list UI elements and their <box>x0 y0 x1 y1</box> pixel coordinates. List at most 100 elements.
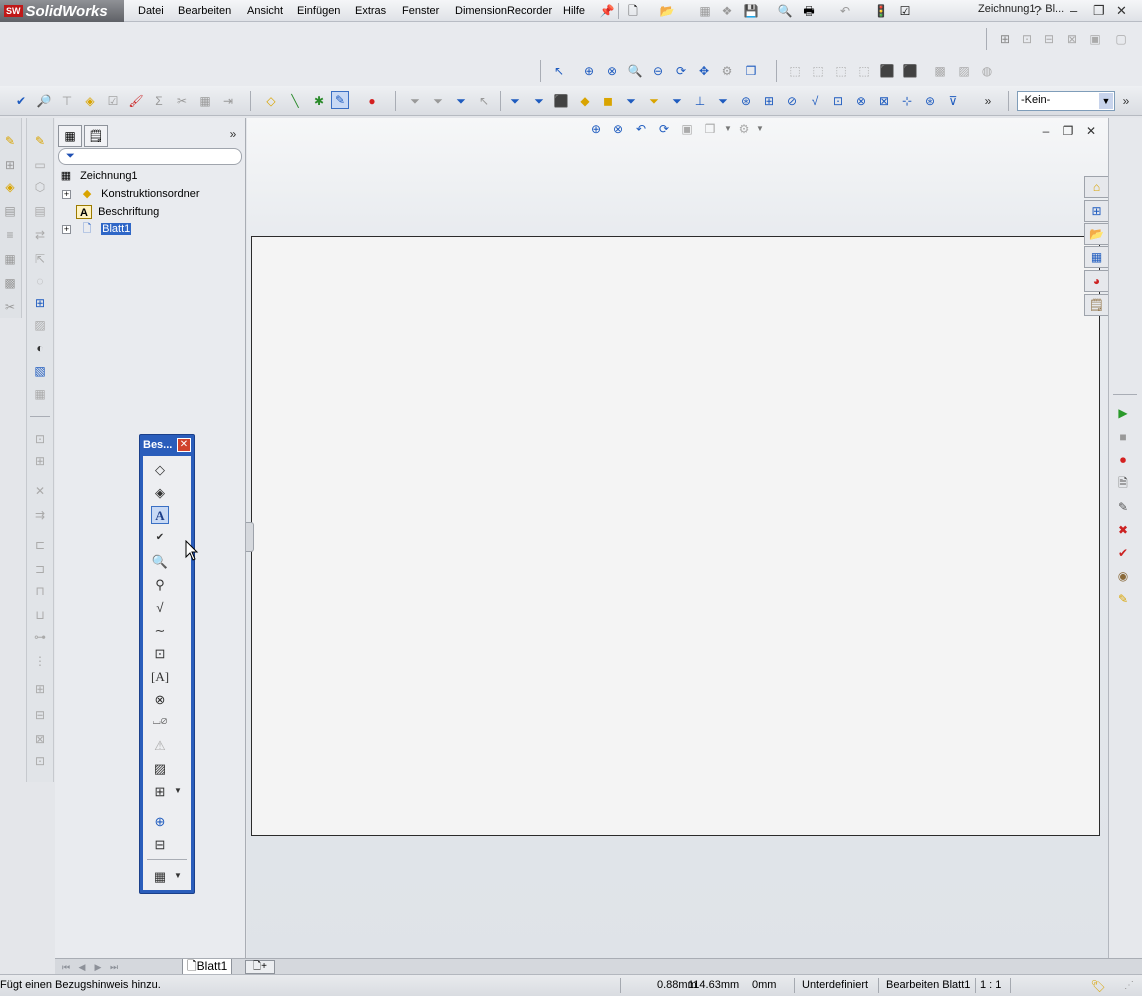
ungroup-icon[interactable]: ⊟ <box>31 706 49 724</box>
help-icon[interactable]: ? <box>1034 3 1041 18</box>
spell-check-icon[interactable]: ✔ <box>12 92 30 110</box>
line-tool-icon[interactable]: ╲ <box>286 92 304 110</box>
check-icon[interactable]: ✔ <box>1114 544 1132 562</box>
record-macro-icon[interactable]: ⏺ <box>1114 451 1132 469</box>
filter-dimensions-icon[interactable]: ⊥ <box>691 92 709 110</box>
polygon-icon[interactable]: ⬡ <box>31 178 49 196</box>
section-view-icon[interactable]: ▣ <box>1086 30 1104 48</box>
view-orientation-icon[interactable]: ❒ <box>742 62 760 80</box>
resize-grip-icon[interactable]: ⋰ <box>1120 977 1138 995</box>
tag-icon[interactable]: 🏷 <box>1089 977 1107 995</box>
first-sheet-icon[interactable]: ⏮ <box>59 961 73 973</box>
expand-plus-icon[interactable]: + <box>62 189 71 199</box>
group-icon[interactable]: ⊞ <box>31 680 49 698</box>
filter-select-all-icon[interactable]: ⏷ <box>452 92 470 110</box>
add-sheet-icon[interactable]: 🗋+ <box>245 960 275 974</box>
previous-sheet-icon[interactable]: ◀ <box>75 961 89 973</box>
sum-icon[interactable]: Σ <box>150 92 168 110</box>
format-painter-icon[interactable]: 🔍 <box>151 552 169 570</box>
menu-extras[interactable]: Extras <box>353 3 388 19</box>
note-icon[interactable]: A <box>151 506 169 524</box>
sketch-toggle-icon[interactable]: ✎ <box>331 91 349 109</box>
geometric-tolerance-icon[interactable]: ⊡ <box>151 644 169 662</box>
last-sheet-icon[interactable]: ⏭ <box>107 961 121 973</box>
circle-icon[interactable]: ◌ <box>31 272 49 290</box>
trim-icon[interactable]: ✂ <box>173 92 191 110</box>
panel-collapse-handle[interactable] <box>246 522 254 552</box>
home-icon[interactable]: ⌂ <box>1084 176 1108 198</box>
open-folder-icon[interactable]: 📂 <box>658 2 676 20</box>
close-macro-icon[interactable]: ✖ <box>1114 521 1132 539</box>
extend-entities-icon[interactable]: ⇉ <box>31 506 49 524</box>
tree-item-sheet[interactable]: + 🗋 Blatt1 <box>62 221 132 238</box>
filter-planes-icon[interactable]: ⏷ <box>645 92 663 110</box>
restore-window-icon[interactable]: ❐ <box>1093 3 1105 19</box>
filter-axes-icon[interactable]: ⏷ <box>622 92 640 110</box>
align-icon[interactable]: ⊤ <box>58 92 76 110</box>
tree-item-design-folder[interactable]: + ◆ Konstruktionsordner <box>62 186 200 203</box>
menu-bearbeiten[interactable]: Bearbeiten <box>176 3 233 19</box>
close-window-icon[interactable]: ✕ <box>1116 3 1127 19</box>
center-mark-icon[interactable]: ⊕ <box>151 812 169 830</box>
menu-hilfe[interactable]: Hilfe <box>561 3 587 19</box>
minimize-window-icon[interactable]: – <box>1070 3 1077 18</box>
view-palette-icon[interactable]: ▦ <box>1084 246 1108 268</box>
new-document-icon[interactable]: 🗋 <box>624 2 642 20</box>
line-thickness-icon[interactable]: ≡ <box>1 226 19 244</box>
filter-faces-icon[interactable]: ⬛ <box>552 92 570 110</box>
filter-dowel-icon[interactable]: ⊽ <box>944 92 962 110</box>
datum-feature-icon[interactable]: [A] <box>151 667 169 685</box>
design-library-icon[interactable]: ⊞ <box>1084 200 1108 222</box>
make-drawing-icon[interactable]: ▦ <box>696 2 714 20</box>
custom-properties-icon[interactable]: 🗒 <box>1084 294 1108 316</box>
offset-entities-icon[interactable]: ▦ <box>31 385 49 403</box>
filter-surface-finish-icon[interactable]: √ <box>806 92 824 110</box>
align-left-icon[interactable]: ⊏ <box>31 536 49 554</box>
find-replace-icon[interactable]: 🔎 <box>35 92 53 110</box>
hide-edge-icon[interactable]: ▩ <box>1 274 19 292</box>
filter-vertices-icon[interactable]: ⏷ <box>506 92 524 110</box>
chevron-down-icon[interactable]: ▼ <box>173 782 183 800</box>
filter-edges-icon[interactable]: ⏷ <box>530 92 548 110</box>
print-preview-icon[interactable]: 🔍 <box>776 2 794 20</box>
filter-sketch-points-icon[interactable]: ⏷ <box>668 92 686 110</box>
shadows-icon[interactable]: ▨ <box>955 62 973 80</box>
filter-center-marks-icon[interactable]: ⊹ <box>898 92 916 110</box>
app-logo[interactable]: SW SolidWorks <box>0 0 124 22</box>
split-entities-icon[interactable]: ✕ <box>31 482 49 500</box>
centerline-icon[interactable]: ⊟ <box>151 835 169 853</box>
model-view-icon[interactable]: ⊡ <box>1018 30 1036 48</box>
chevron-down-icon[interactable]: ▼ <box>1099 93 1113 109</box>
menu-dimensionrecorder[interactable]: DimensionRecorder <box>453 3 554 19</box>
shaded-icon[interactable]: ⬛ <box>878 62 896 80</box>
drawing-sheet[interactable] <box>251 236 1100 836</box>
pin-icon[interactable]: 📌 <box>598 2 616 20</box>
space-evenly-icon[interactable]: ⊠ <box>31 730 49 748</box>
add-in-icon[interactable]: ✎ <box>1114 590 1132 608</box>
block-insert-icon[interactable]: ⊞ <box>151 782 169 800</box>
record-icon[interactable]: ● <box>363 92 381 110</box>
new-macro-icon[interactable]: 🗎 <box>1114 474 1132 492</box>
add-relation-icon[interactable]: ⊡ <box>31 430 49 448</box>
zoom-to-fit-icon[interactable]: ⊕ <box>587 120 605 138</box>
color-display-icon[interactable]: ✂ <box>1 298 19 316</box>
rotate-view-icon[interactable]: ⟳ <box>655 120 673 138</box>
next-sheet-icon[interactable]: ▶ <box>91 961 105 973</box>
customize-icon[interactable]: ◉ <box>1114 567 1132 585</box>
pan-icon[interactable]: ✥ <box>695 62 713 80</box>
filter-toggle-icon[interactable]: ⏷ <box>406 92 424 110</box>
layer-icon[interactable]: ◈ <box>81 92 99 110</box>
model-items-icon[interactable]: ◈ <box>151 483 169 501</box>
line-style-icon[interactable]: ▦ <box>1 250 19 268</box>
make-assembly-icon[interactable]: ❖ <box>718 2 736 20</box>
annotation-palette[interactable]: Bes... ✕ ◇ ◈ A ✔ 🔍 ⚲ √ ∼ ⊡ [A] ⊗ ⌴⌀ ⚠ ▨ … <box>139 434 195 894</box>
paint-icon[interactable]: 🖌 <box>127 92 145 110</box>
weld-symbol-icon[interactable]: ∼ <box>151 621 169 639</box>
undo-icon[interactable]: ↶ <box>836 2 854 20</box>
section-view-icon[interactable]: ▣ <box>678 120 696 138</box>
auxiliary-view-icon[interactable]: ⊠ <box>1063 30 1081 48</box>
slot-icon[interactable]: ▤ <box>31 202 49 220</box>
close-document-icon[interactable]: ✕ <box>1082 122 1100 140</box>
sketch-icon[interactable]: ✎ <box>31 132 49 150</box>
shaded-edges-icon[interactable]: ⬚ <box>855 62 873 80</box>
